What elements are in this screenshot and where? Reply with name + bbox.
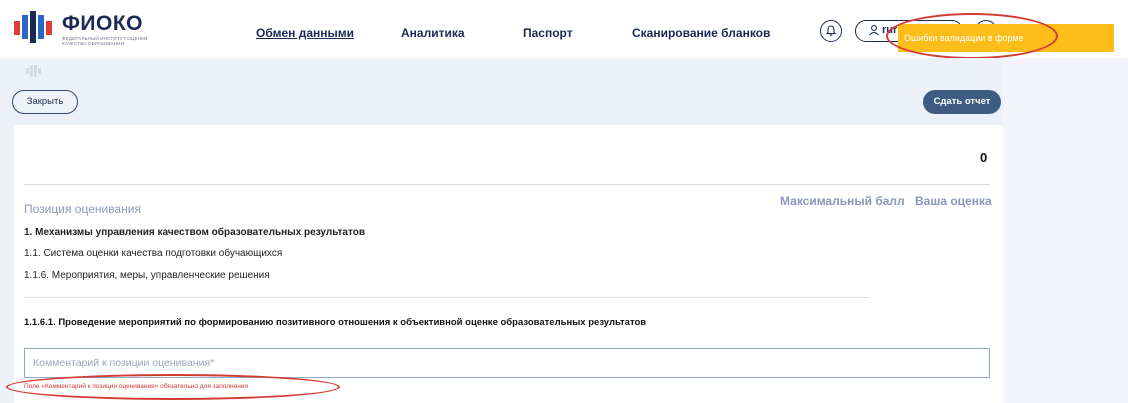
total-score: 0 (980, 150, 988, 165)
nav-passport[interactable]: Паспорт (523, 26, 573, 40)
close-button[interactable]: Закрыть (12, 90, 78, 114)
column-your-score: Ваша оценка (915, 194, 992, 208)
logo-bars-icon (14, 11, 52, 43)
validation-error-toast: Ошибки валидации в форме (898, 24, 1114, 52)
criterion-title: 1.1.6.1. Проведение мероприятий по форми… (24, 317, 647, 328)
faint-logo-icon (26, 65, 41, 77)
divider-criterion (24, 297, 870, 298)
position-heading: Позиция оценивания (24, 202, 141, 216)
nav-analytics[interactable]: Аналитика (401, 26, 465, 40)
user-icon (869, 25, 879, 36)
user-name: rur (882, 24, 898, 36)
fioco-logo[interactable]: ФИОКО ФЕДЕРАЛЬНЫЙ ИНСТИТУТ ОЦЕНКИ КАЧЕСТ… (14, 9, 164, 49)
logo-subtitle: ФЕДЕРАЛЬНЫЙ ИНСТИТУТ ОЦЕНКИ КАЧЕСТВА ОБР… (62, 36, 148, 46)
logo-title: ФИОКО (62, 12, 144, 35)
comment-input[interactable] (24, 348, 990, 378)
comment-error-message: Поле «Комментарий к позиции оценивания» … (24, 383, 248, 390)
column-max-score: Максимальный балл (780, 194, 905, 208)
submit-report-button[interactable]: Сдать отчет (923, 90, 1001, 114)
right-gutter (1003, 58, 1128, 403)
section-1-title: 1. Механизмы управления качеством образо… (24, 227, 365, 238)
nav-form-scanning[interactable]: Сканирование бланков (632, 26, 770, 40)
section-1-1-title: 1.1. Система оценки качества подготовки … (24, 248, 283, 259)
nav-data-exchange[interactable]: Обмен данными (256, 26, 354, 40)
notifications-button[interactable] (820, 20, 842, 42)
top-header: ФИОКО ФЕДЕРАЛЬНЫЙ ИНСТИТУТ ОЦЕНКИ КАЧЕСТ… (0, 0, 1128, 59)
divider-top (24, 184, 990, 185)
bell-icon (825, 25, 837, 36)
section-1-1-6-title: 1.1.6. Мероприятия, меры, управленческие… (24, 270, 270, 281)
